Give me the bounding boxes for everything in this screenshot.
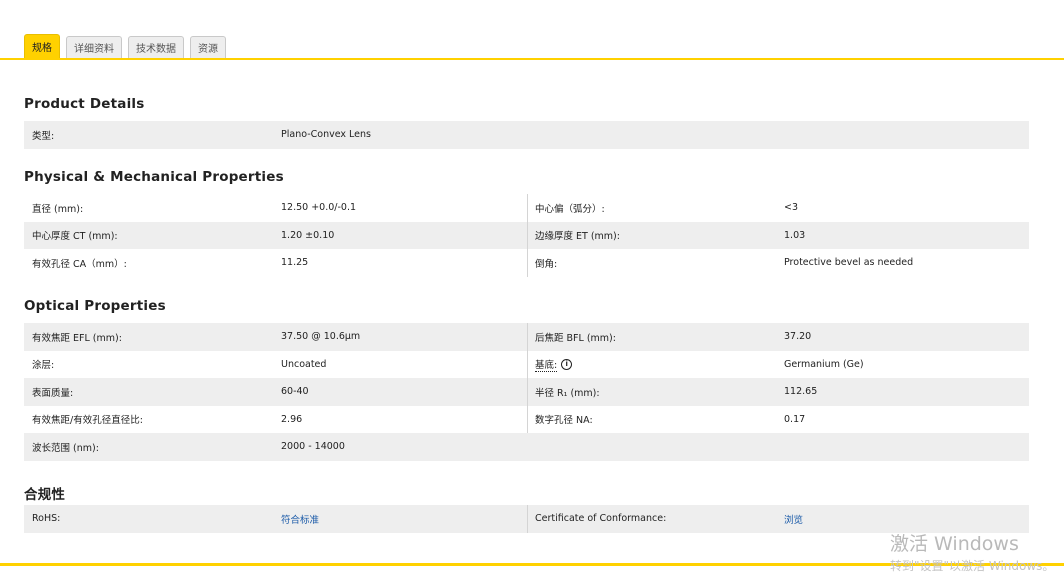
spec-label: 半径 R₁ (mm): [535, 387, 600, 399]
table-row: 表面质量: 60-40 半径 R₁ (mm): 112.65 [24, 378, 1029, 406]
section-title-compliance: 合规性 [24, 487, 66, 503]
table-row: RoHS: 符合标准 Certificate of Conformance: 浏… [24, 505, 1029, 533]
rohs-compliance-link[interactable]: 符合标准 [281, 505, 319, 533]
table-row: 类型: Plano-Convex Lens [24, 121, 1029, 149]
table-row: 有效焦距 EFL (mm): 37.50 @ 10.6μm 后焦距 BFL (m… [24, 323, 1029, 351]
spec-value: 112.65 [784, 386, 818, 398]
spec-value: Protective bevel as needed [784, 257, 914, 269]
substrate-label: 基底: i [535, 351, 573, 379]
spec-value: 1.20 ±0.10 [281, 229, 335, 241]
spec-label: RoHS: [32, 513, 61, 525]
spec-label: 直径 (mm): [32, 203, 84, 215]
section-title-product-details: Product Details [24, 96, 145, 112]
tab-bar: 规格 详细资料 技术数据 资源 [24, 34, 226, 58]
column-divider [527, 323, 528, 351]
spec-label: 有效焦距 EFL (mm): [32, 332, 122, 344]
spec-value: 37.20 [784, 331, 812, 343]
compliance-table: RoHS: 符合标准 Certificate of Conformance: 浏… [24, 505, 1029, 533]
column-divider [527, 194, 528, 222]
table-row: 有效焦距/有效孔径直径比: 2.96 数字孔径 NA: 0.17 [24, 405, 1029, 433]
column-divider [527, 249, 528, 277]
spec-label: Certificate of Conformance: [535, 513, 667, 525]
windows-activation-subtitle: 转到"设置"以激活 Windows。 [890, 559, 1055, 573]
table-row: 直径 (mm): 12.50 +0.0/-0.1 中心偏（弧分）: <3 [24, 194, 1029, 222]
spec-value: 0.17 [784, 413, 806, 425]
spec-label: 数字孔径 NA: [535, 415, 593, 427]
tab-specs[interactable]: 规格 [24, 34, 60, 58]
table-row: 有效孔径 CA（mm）: 11.25 倒角: Protective bevel … [24, 249, 1029, 277]
table-row: 中心厚度 CT (mm): 1.20 ±0.10 边缘厚度 ET (mm): 1… [24, 221, 1029, 249]
spec-value: Germanium (Ge) [784, 358, 864, 370]
info-icon[interactable]: i [561, 358, 573, 370]
tab-details[interactable]: 详细资料 [66, 36, 122, 58]
tab-resources[interactable]: 资源 [190, 36, 226, 58]
section-title-optical: Optical Properties [24, 298, 166, 314]
column-divider [527, 221, 528, 249]
substrate-label-text[interactable]: 基底: [535, 357, 558, 372]
spec-label: 中心偏（弧分）: [535, 203, 605, 215]
optical-properties-table: 有效焦距 EFL (mm): 37.50 @ 10.6μm 后焦距 BFL (m… [24, 323, 1029, 461]
spec-value: 2000 - 14000 [281, 441, 345, 453]
product-details-table: 类型: Plano-Convex Lens [24, 121, 1029, 149]
spec-value: Uncoated [281, 358, 327, 370]
spec-value: 12.50 +0.0/-0.1 [281, 202, 357, 214]
spec-label: 中心厚度 CT (mm): [32, 231, 118, 243]
table-row: 波长范围 (nm): 2000 - 14000 [24, 433, 1029, 461]
spec-label: 倒角: [535, 258, 558, 270]
spec-value: 1.03 [784, 229, 806, 241]
tab-technical-data[interactable]: 技术数据 [128, 36, 184, 58]
spec-label: 表面质量: [32, 387, 74, 399]
spec-label: 波长范围 (nm): [32, 442, 99, 454]
column-divider [527, 505, 528, 533]
column-divider [527, 405, 528, 433]
spec-value: 2.96 [281, 413, 303, 425]
spec-label: 有效焦距/有效孔径直径比: [32, 415, 143, 427]
spec-label: 后焦距 BFL (mm): [535, 332, 616, 344]
spec-label: 类型: [32, 130, 55, 142]
table-row: 涂层: Uncoated 基底: i Germanium (Ge) [24, 350, 1029, 379]
windows-activation-watermark: 激活 Windows [890, 533, 1019, 555]
section-title-physical-mechanical: Physical & Mechanical Properties [24, 169, 284, 185]
spec-value: Plano-Convex Lens [281, 129, 371, 141]
column-divider [527, 350, 528, 378]
spec-label: 涂层: [32, 360, 55, 372]
column-divider [527, 378, 528, 406]
spec-value: <3 [784, 202, 799, 214]
spec-value: 11.25 [281, 257, 309, 269]
tab-underline [0, 58, 1064, 60]
physical-mechanical-table: 直径 (mm): 12.50 +0.0/-0.1 中心偏（弧分）: <3 中心厚… [24, 194, 1029, 277]
spec-label: 有效孔径 CA（mm）: [32, 258, 127, 270]
spec-value: 60-40 [281, 386, 309, 398]
certificate-view-link[interactable]: 浏览 [784, 505, 803, 533]
spec-label: 边缘厚度 ET (mm): [535, 231, 620, 243]
spec-value: 37.50 @ 10.6μm [281, 331, 361, 343]
